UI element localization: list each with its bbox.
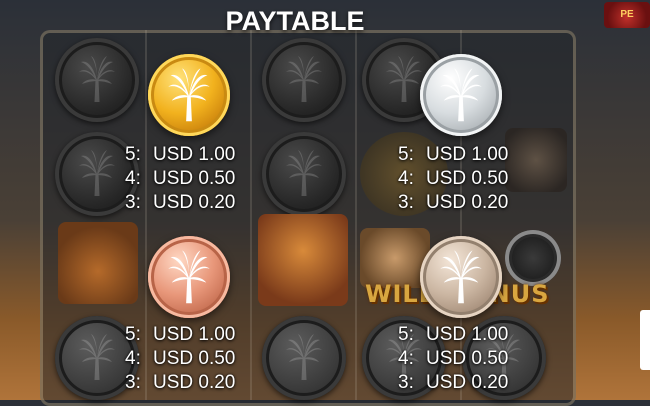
pay-count: 3:: [125, 192, 141, 213]
pay-amount: USD 1.00: [153, 324, 236, 345]
pay-amount: USD 0.50: [426, 348, 509, 369]
pay-count: 5:: [398, 144, 414, 165]
pay-row: 5: USD 1.00: [125, 143, 235, 167]
pay-count: 3:: [398, 192, 414, 213]
pay-count: 4:: [398, 168, 414, 189]
pay-count: 5:: [398, 324, 414, 345]
reel-divider: [355, 30, 357, 400]
pay-amount: USD 1.00: [153, 144, 236, 165]
bronze-palm-coin-icon: [148, 236, 230, 318]
pay-amount: USD 0.20: [426, 192, 509, 213]
pay-row: 4: USD 0.50: [398, 347, 508, 371]
pay-count: 4:: [398, 348, 414, 369]
pay-amount: USD 0.50: [153, 348, 236, 369]
paytable-entry-bronze: 5: USD 1.00 4: USD 0.50 3: USD 0.20: [125, 323, 235, 395]
dark-palm-coin-icon: [55, 38, 139, 122]
pay-row: 3: USD 0.20: [125, 371, 235, 395]
pay-row: 4: USD 0.50: [125, 167, 235, 191]
pay-row: 3: USD 0.20: [125, 191, 235, 215]
page-title: PAYTABLE: [225, 6, 365, 36]
pay-row: 3: USD 0.20: [398, 191, 508, 215]
paytable-entry-gold: 5: USD 1.00 4: USD 0.50 3: USD 0.20: [125, 143, 235, 215]
pay-row: 5: USD 1.00: [125, 323, 235, 347]
pay-count: 4:: [125, 348, 141, 369]
pay-amount: USD 0.20: [426, 372, 509, 393]
pay-amount: USD 0.20: [153, 192, 236, 213]
pay-count: 4:: [125, 168, 141, 189]
sheikh-symbol-icon: [258, 214, 348, 306]
game-logo: PE: [604, 2, 650, 28]
pay-amount: USD 0.20: [153, 372, 236, 393]
dark-palm-coin-icon: [262, 316, 346, 400]
paytable-entry-silver: 5: USD 1.00 4: USD 0.50 3: USD 0.20: [398, 143, 508, 215]
silver-palm-coin-icon: [420, 54, 502, 136]
pay-count: 3:: [125, 372, 141, 393]
pay-count: 5:: [125, 144, 141, 165]
pearl-palm-coin-icon: [420, 236, 502, 318]
pay-amount: USD 0.50: [426, 168, 509, 189]
falcon-symbol-icon: [505, 128, 567, 192]
pay-count: 3:: [398, 372, 414, 393]
dark-palm-coin-icon: [262, 38, 346, 122]
gauge-symbol-icon: [505, 230, 561, 286]
reel-divider: [250, 30, 252, 400]
pay-row: 4: USD 0.50: [125, 347, 235, 371]
pay-row: 5: USD 1.00: [398, 143, 508, 167]
side-handle[interactable]: [640, 310, 650, 370]
pay-amount: USD 1.00: [426, 144, 509, 165]
gold-palm-coin-icon: [148, 54, 230, 136]
pay-row: 4: USD 0.50: [398, 167, 508, 191]
paytable-entry-pearl: 5: USD 1.00 4: USD 0.50 3: USD 0.20: [398, 323, 508, 395]
dark-palm-coin-icon: [262, 132, 346, 216]
pay-row: 3: USD 0.20: [398, 371, 508, 395]
pay-amount: USD 0.50: [153, 168, 236, 189]
pay-amount: USD 1.00: [426, 324, 509, 345]
camel-symbol-icon: [58, 222, 138, 304]
pay-count: 5:: [125, 324, 141, 345]
pay-row: 5: USD 1.00: [398, 323, 508, 347]
